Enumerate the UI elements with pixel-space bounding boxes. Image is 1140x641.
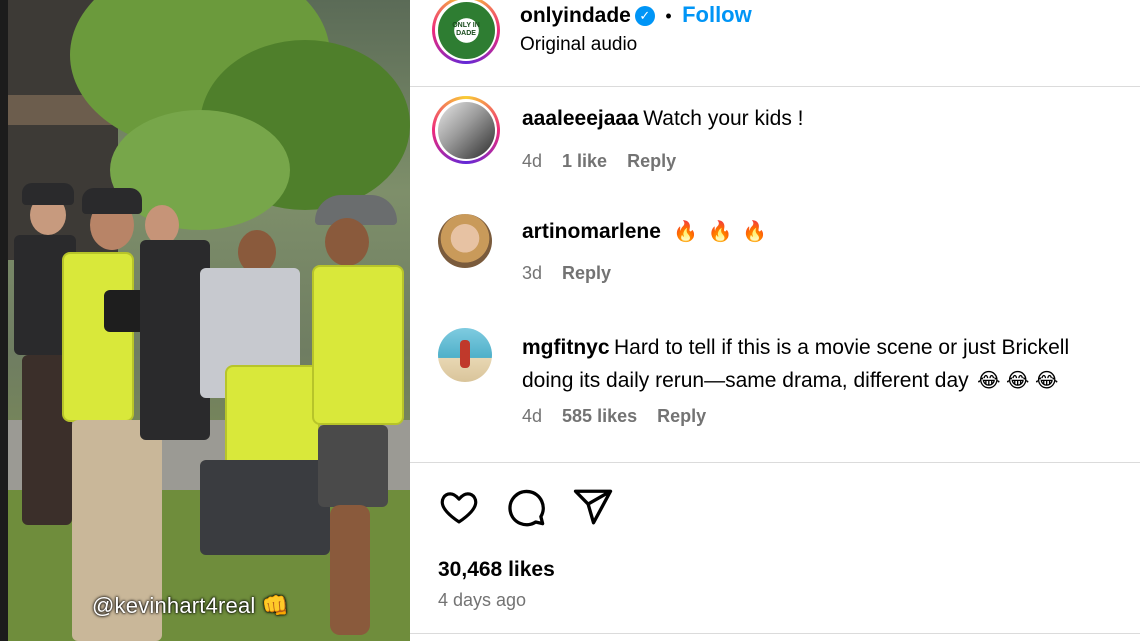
comment-text: Watch your kids !	[643, 107, 804, 130]
like-count[interactable]: 30,468 likes	[438, 558, 555, 582]
heart-icon[interactable]	[438, 486, 480, 528]
commenter-avatar[interactable]	[432, 96, 500, 164]
comments-divider	[410, 462, 1140, 463]
commenter-avatar[interactable]	[438, 214, 492, 268]
comment-meta: 4d 1 like Reply	[522, 151, 676, 172]
post-details-panel: ONLY IN DADE onlyindade ✓ • Follow Origin…	[410, 0, 1140, 641]
fist-emoji: 👊	[261, 593, 290, 618]
reply-button[interactable]: Reply	[627, 151, 676, 172]
comment-meta: 3d Reply	[522, 263, 611, 284]
commenter-avatar[interactable]	[438, 328, 492, 382]
reply-button[interactable]: Reply	[562, 263, 611, 284]
post-date[interactable]: 4 days ago	[438, 590, 526, 611]
avatar-logo-text: ONLY IN DADE	[452, 22, 480, 37]
header-divider	[410, 86, 1140, 87]
audio-label[interactable]: Original audio	[520, 34, 637, 56]
mention-overlay[interactable]: @kevinhart4real 👊	[92, 593, 289, 619]
comment-username[interactable]: artinomarlene	[522, 220, 661, 243]
laughing-emojis: 😂 😂 😂	[977, 370, 1059, 392]
post-media[interactable]: @kevinhart4real 👊	[0, 0, 410, 641]
comment-body: mgfitnyc Hard to tell if this is a movie…	[522, 332, 1132, 398]
media-edge	[0, 0, 8, 641]
comment-age[interactable]: 3d	[522, 263, 542, 284]
comment-text: doing its daily rerun—same drama, differ…	[522, 369, 969, 392]
comment-username[interactable]: aaaleeejaaa	[522, 107, 639, 130]
comment-likes[interactable]: 585 likes	[562, 406, 637, 427]
footer-divider	[410, 633, 1140, 634]
share-icon[interactable]	[572, 486, 614, 528]
author-avatar[interactable]: ONLY IN DADE	[432, 0, 500, 64]
fire-emojis: 🔥 🔥 🔥	[673, 221, 770, 243]
comment-age[interactable]: 4d	[522, 151, 542, 172]
header-separator: •	[665, 6, 672, 26]
comment-username[interactable]: mgfitnyc	[522, 336, 610, 359]
comment-age[interactable]: 4d	[522, 406, 542, 427]
comment-meta: 4d 585 likes Reply	[522, 406, 706, 427]
comment-body: aaaleeejaaa Watch your kids !	[522, 107, 804, 131]
verified-badge-icon: ✓	[634, 6, 655, 26]
comment-icon[interactable]	[505, 486, 547, 528]
comment-text: Hard to tell if this is a movie scene or…	[613, 336, 1070, 359]
mention-text[interactable]: @kevinhart4real	[92, 593, 256, 618]
comment-body: artinomarlene 🔥 🔥 🔥	[522, 219, 769, 244]
author-username[interactable]: onlyindade	[520, 4, 631, 27]
post-header: onlyindade ✓ • Follow	[520, 2, 752, 28]
comment-likes[interactable]: 1 like	[562, 151, 607, 172]
follow-button[interactable]: Follow	[682, 2, 752, 27]
reply-button[interactable]: Reply	[657, 406, 706, 427]
